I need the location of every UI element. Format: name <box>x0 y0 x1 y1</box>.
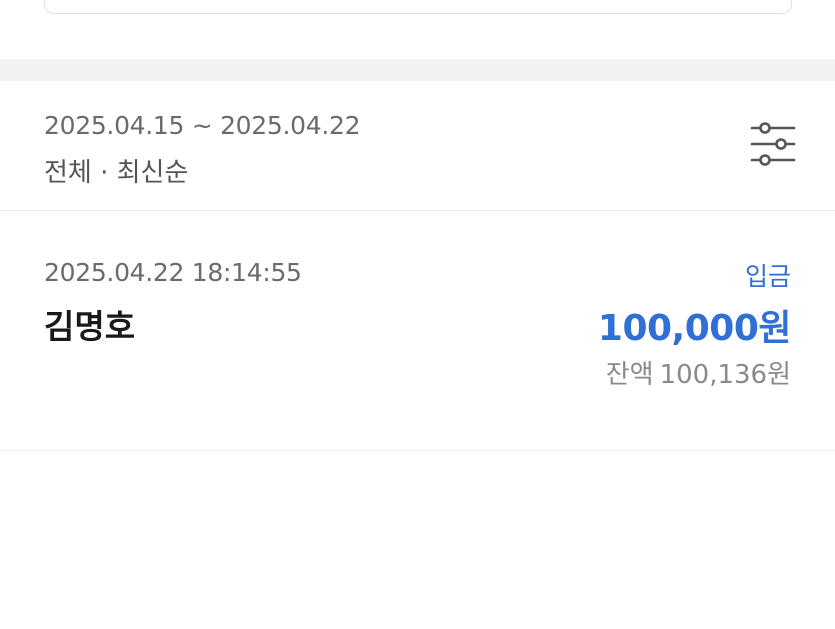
transaction-history-page: 2025.04.15 ~ 2025.04.22 전체 · 최신순 2025.04… <box>0 0 835 629</box>
transaction-row[interactable]: 2025.04.22 18:14:55 김명호 입금 100,000원 잔액 10… <box>0 211 835 451</box>
section-divider <box>0 59 835 81</box>
search-card <box>44 0 792 14</box>
transaction-balance: 잔액 100,136원 <box>606 354 791 391</box>
date-range-text[interactable]: 2025.04.15 ~ 2025.04.22 <box>44 111 361 140</box>
transaction-type-badge: 입금 <box>744 262 791 291</box>
transaction-amount: 100,000원 <box>597 308 792 349</box>
filter-settings-button[interactable] <box>745 121 801 171</box>
sliders-icon <box>750 122 796 170</box>
filter-section: 2025.04.15 ~ 2025.04.22 전체 · 최신순 <box>0 81 835 211</box>
transaction-counterparty: 김명호 <box>44 307 136 346</box>
balance-value: 100,136원 <box>659 360 791 390</box>
transaction-datetime: 2025.04.22 18:14:55 <box>44 258 302 287</box>
balance-label: 잔액 <box>605 360 654 390</box>
filter-summary-text[interactable]: 전체 · 최신순 <box>44 152 188 189</box>
